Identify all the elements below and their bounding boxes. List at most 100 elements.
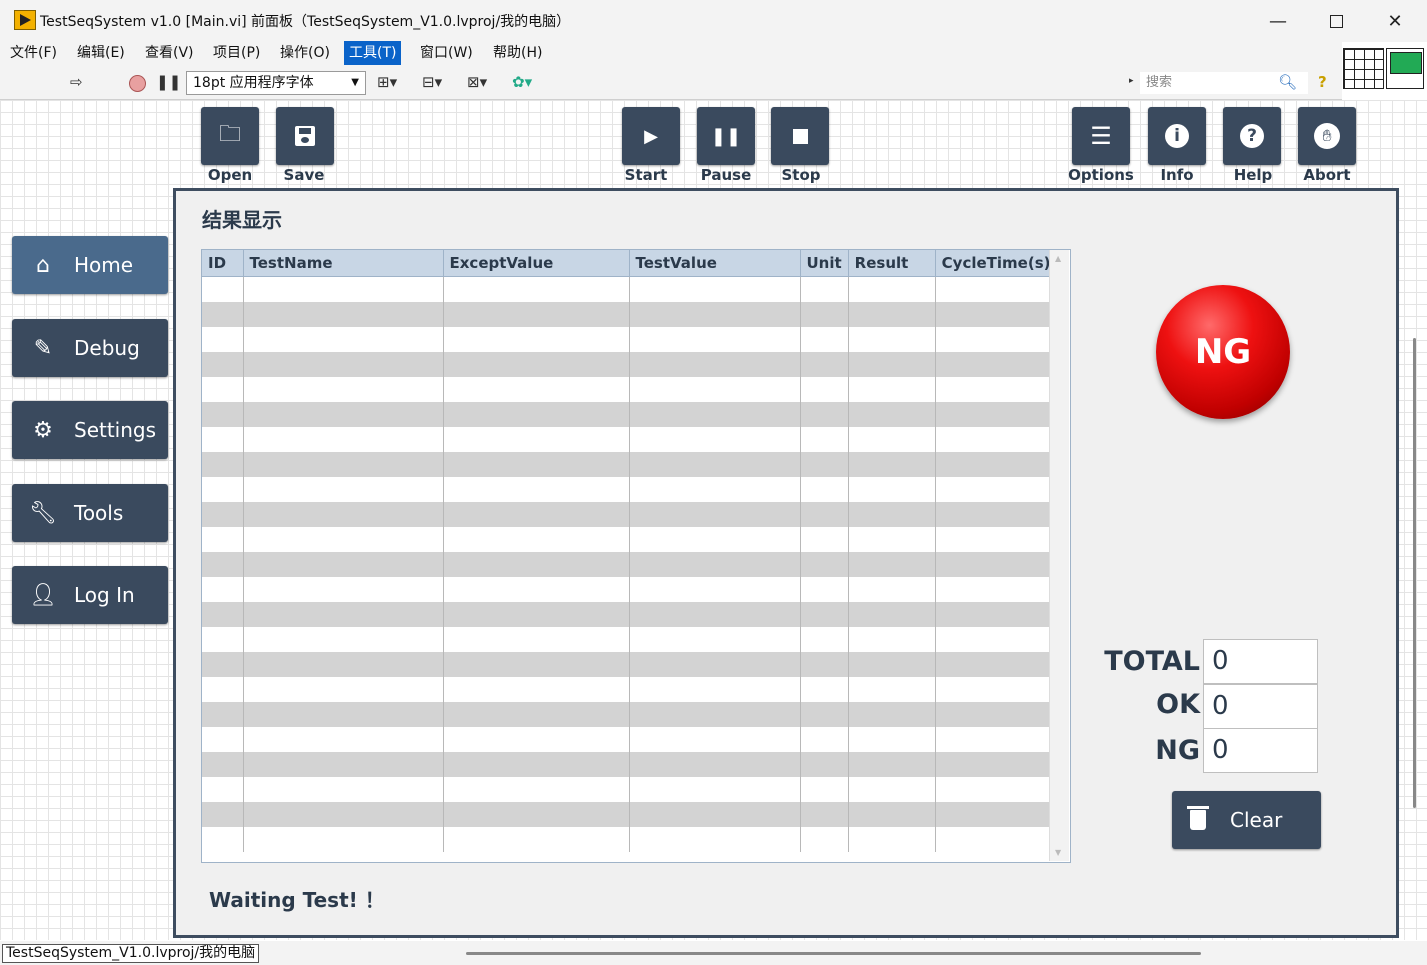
table-cell[interactable] bbox=[848, 727, 936, 752]
column-header-testname[interactable]: TestName bbox=[243, 250, 444, 277]
table-cell[interactable] bbox=[243, 477, 444, 502]
table-cell[interactable] bbox=[243, 302, 444, 327]
table-cell[interactable] bbox=[800, 527, 849, 552]
table-cell[interactable] bbox=[243, 802, 444, 827]
table-row[interactable] bbox=[202, 427, 1058, 452]
menu-window[interactable]: 窗口(W) bbox=[416, 42, 477, 64]
table-cell[interactable] bbox=[629, 827, 801, 852]
save-button[interactable] bbox=[276, 107, 334, 165]
distribute-objects-icon[interactable]: ⊟▾ bbox=[422, 73, 442, 91]
table-cell[interactable] bbox=[935, 527, 1058, 552]
stop-button[interactable] bbox=[771, 107, 829, 165]
table-cell[interactable] bbox=[202, 827, 244, 852]
table-row[interactable] bbox=[202, 802, 1058, 827]
column-header-testvalue[interactable]: TestValue bbox=[629, 250, 801, 277]
table-cell[interactable] bbox=[848, 577, 936, 602]
table-cell[interactable] bbox=[443, 427, 630, 452]
table-cell[interactable] bbox=[243, 602, 444, 627]
menu-file[interactable]: 文件(F) bbox=[6, 42, 61, 64]
font-select[interactable]: 18pt 应用程序字体 ▼ bbox=[186, 71, 366, 95]
table-cell[interactable] bbox=[243, 577, 444, 602]
table-cell[interactable] bbox=[202, 502, 244, 527]
table-cell[interactable] bbox=[202, 527, 244, 552]
table-cell[interactable] bbox=[800, 777, 849, 802]
table-cell[interactable] bbox=[202, 577, 244, 602]
nav-login-button[interactable]: 👤︎ Log In bbox=[12, 566, 168, 624]
table-cell[interactable] bbox=[629, 577, 801, 602]
table-row[interactable] bbox=[202, 677, 1058, 702]
table-cell[interactable] bbox=[800, 452, 849, 477]
table-cell[interactable] bbox=[629, 777, 801, 802]
table-cell[interactable] bbox=[848, 427, 936, 452]
table-cell[interactable] bbox=[243, 752, 444, 777]
table-cell[interactable] bbox=[443, 752, 630, 777]
table-row[interactable] bbox=[202, 727, 1058, 752]
table-cell[interactable] bbox=[848, 702, 936, 727]
table-cell[interactable] bbox=[848, 327, 936, 352]
table-cell[interactable] bbox=[935, 502, 1058, 527]
table-cell[interactable] bbox=[202, 402, 244, 427]
table-cell[interactable] bbox=[443, 727, 630, 752]
table-cell[interactable] bbox=[935, 802, 1058, 827]
abort-execution-icon[interactable] bbox=[129, 75, 146, 92]
table-cell[interactable] bbox=[629, 402, 801, 427]
table-cell[interactable] bbox=[629, 477, 801, 502]
table-cell[interactable] bbox=[443, 827, 630, 852]
pause-button[interactable]: ❚❚ bbox=[697, 107, 755, 165]
table-cell[interactable] bbox=[202, 802, 244, 827]
table-cell[interactable] bbox=[848, 627, 936, 652]
column-header-unit[interactable]: Unit bbox=[800, 250, 849, 277]
table-cell[interactable] bbox=[800, 577, 849, 602]
reorder-icon[interactable]: ✿▾ bbox=[512, 73, 532, 91]
table-cell[interactable] bbox=[935, 777, 1058, 802]
table-cell[interactable] bbox=[848, 827, 936, 852]
help-button[interactable]: ? bbox=[1223, 107, 1281, 165]
table-cell[interactable] bbox=[800, 402, 849, 427]
table-cell[interactable] bbox=[243, 427, 444, 452]
menu-tools[interactable]: 工具(T) bbox=[343, 41, 402, 65]
table-cell[interactable] bbox=[800, 802, 849, 827]
table-cell[interactable] bbox=[243, 527, 444, 552]
table-cell[interactable] bbox=[243, 377, 444, 402]
table-cell[interactable] bbox=[243, 276, 444, 302]
table-cell[interactable] bbox=[935, 752, 1058, 777]
table-cell[interactable] bbox=[202, 377, 244, 402]
table-cell[interactable] bbox=[202, 477, 244, 502]
vi-icon[interactable] bbox=[1386, 48, 1424, 89]
table-row[interactable] bbox=[202, 276, 1058, 302]
table-cell[interactable] bbox=[443, 677, 630, 702]
clear-button[interactable]: Clear bbox=[1172, 791, 1321, 849]
table-cell[interactable] bbox=[202, 677, 244, 702]
table-cell[interactable] bbox=[202, 552, 244, 577]
table-cell[interactable] bbox=[629, 276, 801, 302]
table-cell[interactable] bbox=[629, 702, 801, 727]
table-cell[interactable] bbox=[629, 552, 801, 577]
table-cell[interactable] bbox=[800, 552, 849, 577]
table-cell[interactable] bbox=[800, 652, 849, 677]
table-cell[interactable] bbox=[848, 552, 936, 577]
nav-settings-button[interactable]: ⚙ Settings bbox=[12, 401, 168, 459]
table-cell[interactable] bbox=[800, 276, 849, 302]
table-cell[interactable] bbox=[935, 577, 1058, 602]
table-cell[interactable] bbox=[800, 377, 849, 402]
table-cell[interactable] bbox=[935, 352, 1058, 377]
table-cell[interactable] bbox=[202, 652, 244, 677]
table-row[interactable] bbox=[202, 352, 1058, 377]
table-cell[interactable] bbox=[202, 352, 244, 377]
table-row[interactable] bbox=[202, 302, 1058, 327]
table-cell[interactable] bbox=[243, 702, 444, 727]
table-cell[interactable] bbox=[243, 352, 444, 377]
table-cell[interactable] bbox=[800, 352, 849, 377]
table-cell[interactable] bbox=[935, 302, 1058, 327]
nav-debug-button[interactable]: ✎ Debug bbox=[12, 319, 168, 377]
table-cell[interactable] bbox=[935, 327, 1058, 352]
column-header-result[interactable]: Result bbox=[848, 250, 936, 277]
table-cell[interactable] bbox=[243, 777, 444, 802]
table-cell[interactable] bbox=[202, 602, 244, 627]
table-cell[interactable] bbox=[443, 777, 630, 802]
scroll-up-icon[interactable]: ▲ bbox=[1055, 254, 1061, 263]
table-cell[interactable] bbox=[935, 602, 1058, 627]
info-button[interactable]: i bbox=[1148, 107, 1206, 165]
table-row[interactable] bbox=[202, 402, 1058, 427]
table-row[interactable] bbox=[202, 552, 1058, 577]
